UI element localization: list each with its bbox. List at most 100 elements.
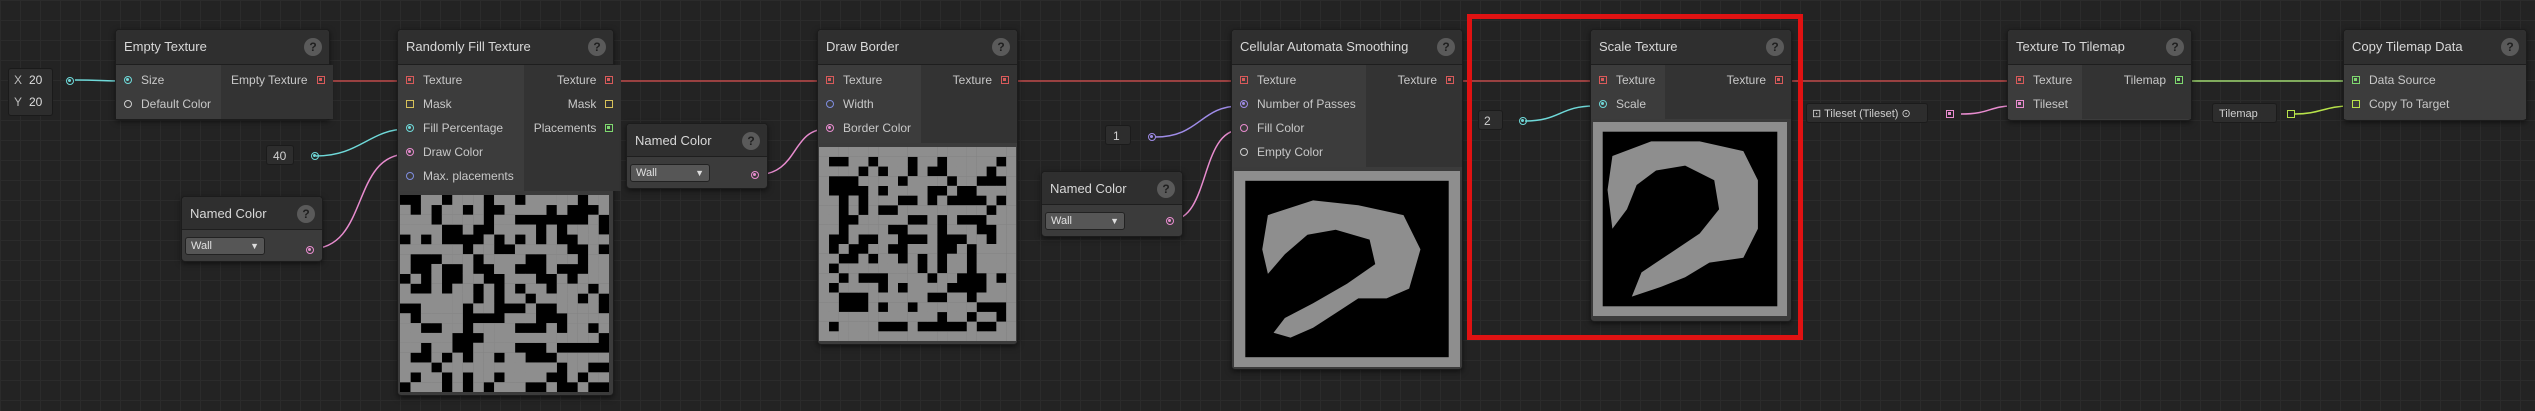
help-icon[interactable]: ? (1437, 38, 1455, 56)
size-y-value[interactable]: 20 (29, 95, 42, 109)
port-draw-color[interactable]: Draw Color (398, 140, 524, 164)
help-icon[interactable]: ? (588, 38, 606, 56)
port-copy-to-target[interactable]: Copy To Target (2344, 92, 2526, 116)
port-icon[interactable] (2016, 76, 2024, 84)
color-dropdown[interactable]: Wall ▼ (630, 164, 710, 182)
port-texture[interactable]: Texture (1591, 68, 1665, 92)
port-tileset[interactable]: Tileset (2008, 92, 2082, 116)
port-icon[interactable] (605, 76, 614, 84)
port-data-source[interactable]: Data Source (2344, 68, 2526, 92)
port-icon[interactable] (826, 76, 834, 84)
port-icon[interactable] (2352, 76, 2360, 84)
passes-output-port[interactable] (1148, 133, 1156, 141)
port-icon[interactable] (1446, 76, 1454, 84)
port-icon[interactable] (605, 100, 614, 108)
port-tilemap-out[interactable]: Tilemap (2082, 68, 2191, 92)
draw-border-node[interactable]: Draw Border? Texture Width Border Color … (817, 29, 1018, 345)
port-default-color[interactable]: Default Color (116, 92, 221, 116)
port-texture-out[interactable]: Texture (921, 68, 1017, 92)
port-number-of-passes[interactable]: Number of Passes (1232, 92, 1366, 116)
port-size[interactable]: Size (116, 68, 221, 92)
help-icon[interactable]: ? (1157, 180, 1175, 198)
port-icon[interactable] (826, 124, 834, 132)
tilemap-field[interactable]: Tilemap (2212, 103, 2277, 123)
help-icon[interactable]: ? (304, 38, 322, 56)
help-icon[interactable]: ? (742, 132, 760, 150)
preview-pixel (917, 302, 928, 313)
port-icon[interactable] (826, 100, 834, 108)
color-output-port[interactable] (751, 171, 759, 179)
number-of-passes-field[interactable]: 1 (1105, 125, 1131, 145)
port-texture[interactable]: Texture (398, 68, 524, 92)
port-mask[interactable]: Mask (398, 92, 524, 116)
scale-texture-node[interactable]: Scale Texture? Texture Scale Texture (1590, 29, 1792, 322)
preview-pixel (473, 204, 484, 215)
color-output-port[interactable] (1166, 217, 1174, 225)
port-texture-out[interactable]: Texture (1366, 68, 1462, 92)
port-placements-out[interactable]: Placements (524, 116, 622, 140)
cellular-automata-smoothing-node[interactable]: Cellular Automata Smoothing? Texture Num… (1231, 29, 1463, 370)
port-icon[interactable] (1240, 100, 1248, 108)
help-icon[interactable]: ? (297, 205, 315, 223)
port-icon[interactable] (2175, 76, 2183, 84)
color-dropdown[interactable]: Wall ▼ (1045, 212, 1125, 230)
help-icon[interactable]: ? (2166, 38, 2184, 56)
port-icon[interactable] (1775, 76, 1783, 84)
port-scale[interactable]: Scale (1591, 92, 1665, 116)
texture-to-tilemap-node[interactable]: Texture To Tilemap? Texture Tileset Tile… (2007, 29, 2192, 121)
port-icon[interactable] (1599, 100, 1607, 108)
port-texture-out[interactable]: Texture (524, 68, 622, 92)
port-empty-texture-out[interactable]: Empty Texture (221, 68, 332, 92)
port-texture-out[interactable]: Texture (1665, 68, 1791, 92)
port-mask-out[interactable]: Mask (524, 92, 622, 116)
port-icon[interactable] (406, 148, 414, 156)
port-icon[interactable] (2016, 100, 2024, 108)
fill-percentage-field[interactable]: 40 (266, 145, 294, 165)
randomly-fill-texture-node[interactable]: Randomly Fill Texture? Texture Mask Fill… (397, 29, 622, 396)
port-texture[interactable]: Texture (1232, 68, 1366, 92)
fill-percentage-output-port[interactable] (311, 152, 319, 160)
port-texture[interactable]: Texture (818, 68, 921, 92)
port-fill-color[interactable]: Fill Color (1232, 116, 1366, 140)
port-texture[interactable]: Texture (2008, 68, 2082, 92)
named-color-node-3[interactable]: Named Color? Wall ▼ (1041, 171, 1183, 237)
color-dropdown[interactable]: Wall ▼ (185, 237, 265, 255)
preview-pixel (598, 273, 609, 284)
port-icon[interactable] (1240, 124, 1248, 132)
port-border-color[interactable]: Border Color (818, 116, 921, 140)
port-icon[interactable] (124, 76, 132, 84)
port-icon[interactable] (406, 172, 414, 180)
port-max-placements[interactable]: Max. placements (398, 164, 524, 188)
preview-pixel (483, 372, 495, 383)
preview-pixel (525, 372, 537, 383)
port-fill-percentage[interactable]: Fill Percentage (398, 116, 524, 140)
port-width[interactable]: Width (818, 92, 921, 116)
port-icon[interactable] (316, 76, 325, 84)
port-icon[interactable] (1599, 76, 1607, 84)
size-x-value[interactable]: 20 (29, 73, 42, 87)
color-output-port[interactable] (306, 246, 314, 254)
port-empty-color[interactable]: Empty Color (1232, 140, 1366, 164)
tileset-output-port[interactable] (1946, 110, 1954, 118)
tilemap-output-port[interactable] (2287, 110, 2295, 118)
help-icon[interactable]: ? (992, 38, 1010, 56)
port-icon[interactable] (406, 100, 414, 108)
port-icon[interactable] (1001, 76, 1009, 84)
named-color-node-1[interactable]: Named Color? Wall ▼ (181, 196, 323, 262)
port-icon[interactable] (605, 124, 614, 132)
size-output-port[interactable] (66, 77, 74, 85)
help-icon[interactable]: ? (2501, 38, 2519, 56)
object-picker-icon[interactable]: ⊙ (1902, 108, 1911, 120)
port-icon[interactable] (2352, 100, 2360, 108)
port-icon[interactable] (1240, 76, 1248, 84)
port-icon[interactable] (124, 100, 132, 108)
copy-tilemap-data-node[interactable]: Copy Tilemap Data? Data Source Copy To T… (2343, 29, 2527, 121)
preview-pixel (567, 352, 578, 363)
port-icon[interactable] (1240, 148, 1248, 156)
empty-texture-node[interactable]: Empty Texture? Size Default Color Empty … (115, 29, 333, 120)
help-icon[interactable]: ? (1766, 38, 1784, 56)
port-icon[interactable] (406, 76, 414, 84)
port-icon[interactable] (406, 124, 414, 132)
named-color-node-2[interactable]: Named Color? Wall ▼ (626, 123, 768, 189)
tileset-field[interactable]: ⊡ Tileset (Tileset) ⊙ (1806, 103, 1928, 123)
